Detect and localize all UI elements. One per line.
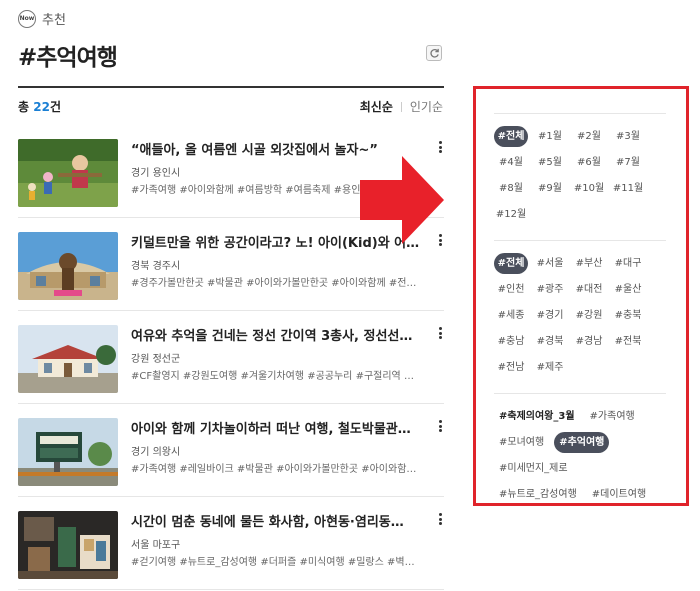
sort-options: 최신순 인기순 (360, 98, 443, 115)
theme-filter-chip[interactable]: #축제의여왕_3월 (494, 406, 580, 427)
region-filter-chip[interactable]: #대전 (572, 279, 606, 300)
theme-filter-chip[interactable]: #추억여행 (554, 432, 610, 453)
month-filter-chip[interactable]: #8월 (494, 178, 528, 199)
sort-divider (400, 101, 402, 112)
item-title[interactable]: 시간이 멈춘 동네에 물든 화사함, 아현동·염리동… (131, 511, 421, 530)
region-filter-chip[interactable]: #전남 (494, 357, 528, 378)
month-filter-chip[interactable]: #6월 (572, 152, 606, 173)
result-count: 총 22건 (18, 100, 61, 114)
month-filter-chip[interactable]: #2월 (572, 126, 606, 147)
region-filter-chip[interactable]: #충북 (611, 305, 645, 326)
theme-filter-group: #축제의여왕_3월 #가족여행 #모녀여행 #추억여행 #미세먼지_제로 #뉴트로_감성여… (494, 393, 666, 520)
month-filter-chip[interactable]: #1월 (533, 126, 567, 147)
item-tags: #경주가볼만한곳 #박물관 #아이와가볼만한곳 #아이와함께 #전시관 … (131, 278, 421, 289)
item-thumbnail[interactable] (18, 511, 118, 579)
theme-filter-chip[interactable]: #미세먼지_제로 (494, 458, 573, 479)
region-filter-chip[interactable]: #충남 (494, 331, 528, 352)
month-filter-chip[interactable]: #4월 (494, 152, 528, 173)
month-filter-chip[interactable]: #9월 (533, 178, 567, 199)
month-filter-chip[interactable]: #3월 (611, 126, 645, 147)
month-filter-chip[interactable]: #5월 (533, 152, 567, 173)
item-tags: #가족여행 #레일바이크 #박물관 #아이와가볼만한곳 #아이와함께 #… (131, 464, 421, 475)
region-filter-chip[interactable]: #대구 (611, 253, 645, 274)
month-filter-chip[interactable]: #12월 (494, 204, 528, 225)
region-filter-chip[interactable]: #전체 (494, 253, 528, 274)
page-title: #추억여행 (18, 45, 118, 71)
item-location: 경기 의왕시 (131, 447, 181, 458)
region-filter-chip[interactable]: #울산 (611, 279, 645, 300)
more-vertical-icon[interactable] (436, 511, 444, 527)
region-filter-chip[interactable]: #전북 (611, 331, 645, 352)
refresh-icon[interactable] (426, 45, 442, 61)
region-filter-chip[interactable]: #부산 (572, 253, 606, 274)
item-thumbnail[interactable] (18, 232, 118, 300)
item-tags: #걷기여행 #뉴트로_감성여행 #더퍼즐 #미식여행 #밀랑스 #벽화 #부… (131, 557, 421, 568)
region-filter-group: #전체 #서울 #부산 #대구 #인천 #광주 #대전 #울산 #세종 #경기 #강원 #충북 #충남 #… (494, 240, 666, 393)
list-item[interactable]: 아이와 함께 기차놀이하러 떠난 여행, 철도박물관… 경기 의왕시 #가족여행 #… (18, 404, 444, 497)
month-filter-chip[interactable]: #11월 (611, 178, 645, 199)
region-filter-chip[interactable]: #경기 (533, 305, 567, 326)
item-thumbnail[interactable] (18, 325, 118, 393)
month-filter-chip[interactable]: #10월 (572, 178, 606, 199)
list-item[interactable]: 여유와 추억을 건네는 정선 간이역 3총사, 정선선… 강원 정선군 #CF촬영지… (18, 311, 444, 404)
theme-filter-chip[interactable]: #데이트여행 (587, 484, 651, 505)
item-title[interactable]: 아이와 함께 기차놀이하러 떠난 여행, 철도박물관… (131, 418, 421, 437)
region-filter-chip[interactable]: #서울 (533, 253, 567, 274)
item-title[interactable]: 여유와 추억을 건네는 정선 간이역 3총사, 정선선… (131, 325, 421, 344)
sort-latest-button[interactable]: 최신순 (360, 98, 393, 115)
item-thumbnail[interactable] (18, 139, 118, 207)
item-location: 서울 마포구 (131, 540, 181, 551)
theme-filter-chip[interactable]: #모녀여행 (494, 432, 549, 453)
region-filter-chip[interactable]: #경북 (533, 331, 567, 352)
item-tags: #CF촬영지 #강원도여행 #겨울기차여행 #공공누리 #구절리역 #국내… (131, 371, 421, 382)
result-count-number: 22 (33, 100, 50, 114)
theme-filter-chip[interactable]: #뉴트로_감성여행 (494, 484, 582, 505)
region-filter-chip[interactable]: #세종 (494, 305, 528, 326)
item-location: 경북 경주시 (131, 261, 181, 272)
list-top-divider (18, 86, 444, 88)
item-location: 경기 용인시 (131, 168, 181, 179)
breadcrumb-label[interactable]: 추천 (42, 9, 66, 28)
sort-popular-button[interactable]: 인기순 (410, 98, 443, 115)
more-vertical-icon[interactable] (436, 325, 444, 341)
now-badge-icon[interactable]: Now (18, 9, 36, 28)
month-filter-chip[interactable]: #전체 (494, 126, 528, 147)
list-item[interactable]: 시간이 멈춘 동네에 물든 화사함, 아현동·염리동… 서울 마포구 #걷기여행 #… (18, 497, 444, 590)
more-vertical-icon[interactable] (436, 139, 444, 155)
month-filter-group: #전체 #1월 #2월 #3월 #4월 #5월 #6월 #7월 #8월 #9월 #10월 #11월 #1… (494, 113, 666, 240)
region-filter-chip[interactable]: #제주 (533, 357, 567, 378)
item-location: 강원 정선군 (131, 354, 181, 365)
arrow-right-icon (360, 156, 444, 244)
region-filter-chip[interactable]: #강원 (572, 305, 606, 326)
more-vertical-icon[interactable] (436, 418, 444, 434)
filter-panel: #전체 #1월 #2월 #3월 #4월 #5월 #6월 #7월 #8월 #9월 #10월 #11월 #1… (473, 86, 689, 506)
breadcrumb: Now 추천 (18, 9, 66, 28)
region-filter-chip[interactable]: #광주 (533, 279, 567, 300)
theme-filter-chip[interactable]: #가족여행 (585, 406, 640, 427)
region-filter-chip[interactable]: #경남 (572, 331, 606, 352)
region-filter-chip[interactable]: #인천 (494, 279, 528, 300)
item-thumbnail[interactable] (18, 418, 118, 486)
month-filter-chip[interactable]: #7월 (611, 152, 645, 173)
